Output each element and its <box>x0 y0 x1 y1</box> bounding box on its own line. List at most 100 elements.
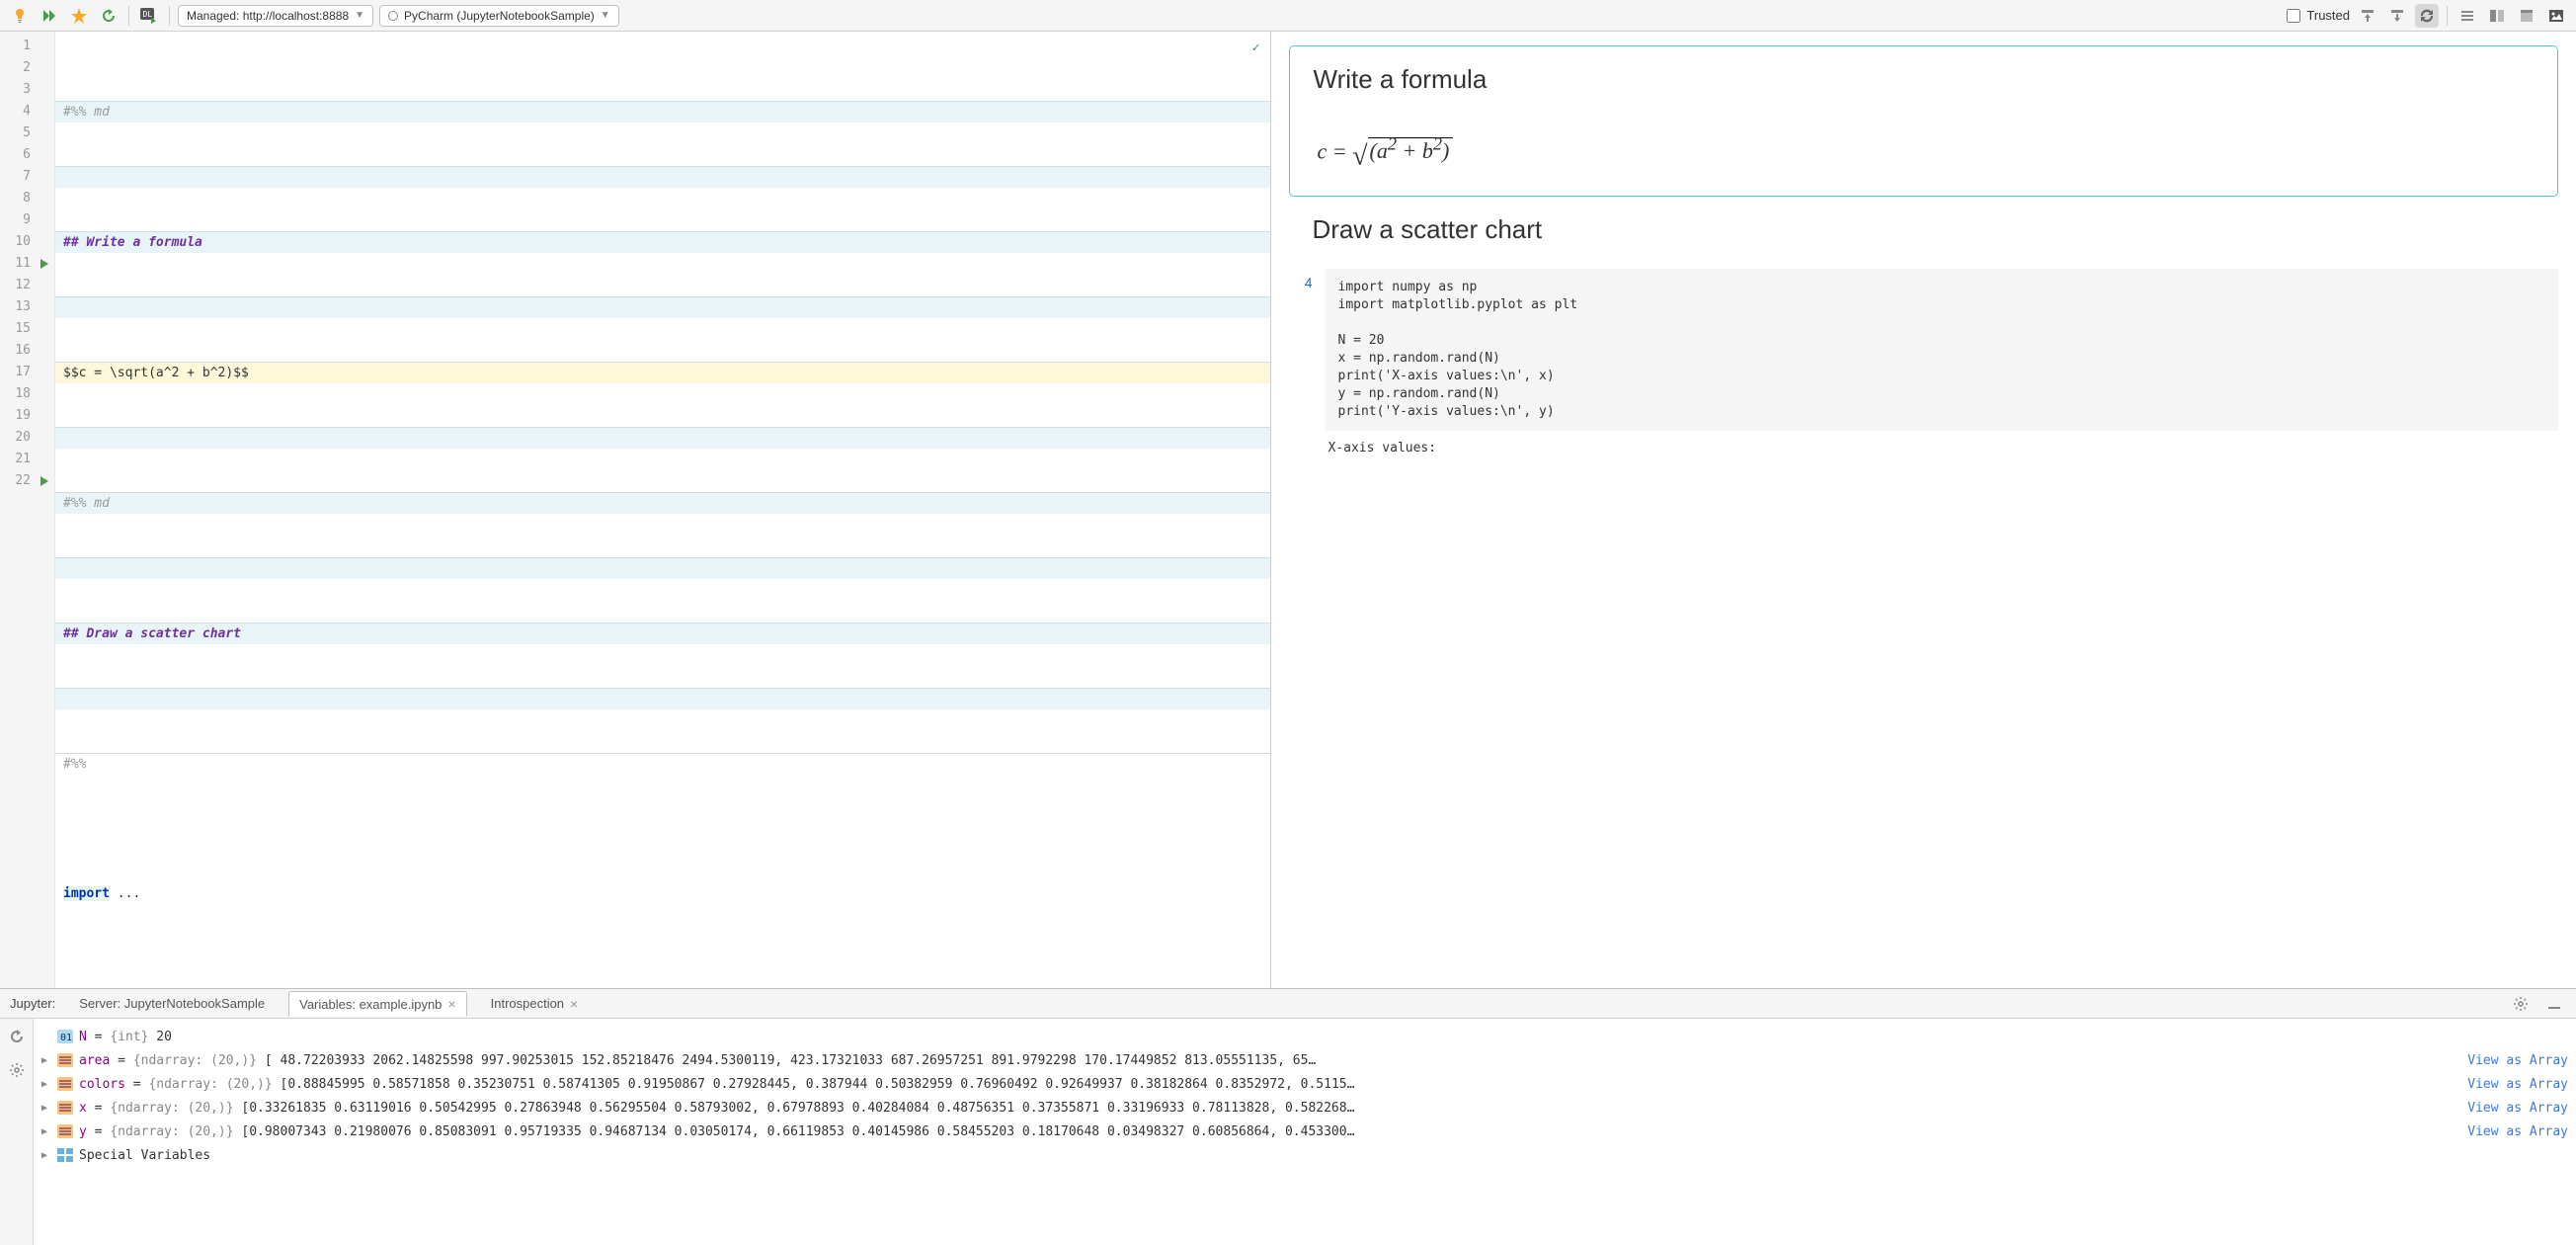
rendered-formula: c = √(a2 + b2) <box>1314 134 2535 172</box>
code-text: ... <box>110 886 140 901</box>
variable-row[interactable]: ▶ area = {ndarray: (20,)} [ 48.72203933 … <box>41 1048 2568 1072</box>
tab-introspection[interactable]: Introspection × <box>491 996 579 1012</box>
run-all-icon[interactable] <box>38 4 61 28</box>
expand-icon[interactable]: ▶ <box>41 1103 51 1114</box>
sync-icon[interactable] <box>2415 4 2439 28</box>
refresh-icon[interactable] <box>5 1025 29 1048</box>
kernel-dropdown-label: PyCharm (JupyterNotebookSample) <box>404 9 595 23</box>
var-value: [0.33261835 0.63119016 0.50542995 0.2786… <box>241 1101 1354 1116</box>
close-icon[interactable]: × <box>570 996 578 1012</box>
var-type: {ndarray: (20,)} <box>148 1077 272 1092</box>
preview-icon[interactable] <box>2515 4 2538 28</box>
minimize-icon[interactable] <box>2542 992 2566 1016</box>
line-number: 3 <box>0 79 54 101</box>
trusted-checkbox[interactable]: Trusted <box>2287 8 2350 23</box>
server-dropdown[interactable]: Managed: http://localhost:8888 ▼ <box>178 5 373 27</box>
tab-server[interactable]: Server: JupyterNotebookSample <box>79 996 265 1011</box>
line-number: 10 <box>0 231 54 253</box>
expand-icon[interactable]: ▶ <box>41 1079 51 1090</box>
debug-cell-icon[interactable]: DL <box>137 4 161 28</box>
var-value: [ 48.72203933 2062.14825598 997.90253015… <box>265 1053 1316 1068</box>
expand-icon[interactable]: ▶ <box>41 1126 51 1137</box>
svg-text:01: 01 <box>60 1033 72 1043</box>
gear-icon[interactable] <box>2509 992 2533 1016</box>
variables-sidebar <box>0 1019 34 1245</box>
line-number: 18 <box>0 383 54 405</box>
jupyter-tool-window: Jupyter: Server: JupyterNotebookSample V… <box>0 988 2576 1245</box>
line-number: 5 <box>0 123 54 144</box>
close-icon[interactable]: × <box>447 996 455 1012</box>
line-number: 1 <box>0 36 54 57</box>
array-icon <box>57 1077 73 1091</box>
int-icon: 01 <box>57 1030 73 1043</box>
line-number: 4 <box>0 101 54 123</box>
var-value: 20 <box>156 1030 172 1044</box>
cell-source: import numpy as np import matplotlib.pyp… <box>1325 269 2559 431</box>
server-dropdown-label: Managed: http://localhost:8888 <box>187 9 349 23</box>
line-number: 13 <box>0 296 54 318</box>
chevron-down-icon: ▼ <box>355 10 364 21</box>
separator <box>2447 6 2448 26</box>
tab-variables[interactable]: Variables: example.ipynb × <box>288 991 466 1017</box>
interrupt-icon[interactable] <box>67 4 91 28</box>
cell-marker: #%% md <box>63 496 110 511</box>
separator <box>169 6 170 26</box>
upload-icon[interactable] <box>2356 4 2379 28</box>
line-number[interactable]: 11 <box>0 253 54 275</box>
line-number: 17 <box>0 362 54 383</box>
line-number: 21 <box>0 449 54 470</box>
settings-icon[interactable] <box>5 1058 29 1082</box>
split-view-icon[interactable] <box>2485 4 2509 28</box>
variable-row[interactable]: ▶ colors = {ndarray: (20,)} [0.88845995 … <box>41 1072 2568 1096</box>
expand-icon[interactable]: ▶ <box>41 1055 51 1066</box>
expand-icon[interactable]: ▶ <box>41 1150 51 1161</box>
var-type: {ndarray: (20,)} <box>110 1101 233 1116</box>
trusted-label: Trusted <box>2306 8 2350 23</box>
var-name: area <box>79 1053 110 1068</box>
variable-row[interactable]: ▶ Special Variables <box>41 1143 2568 1167</box>
line-number: 20 <box>0 427 54 449</box>
view-as-array-link[interactable]: View as Array <box>2459 1077 2568 1092</box>
variable-row[interactable]: ▶ y = {ndarray: (20,)} [0.98007343 0.219… <box>41 1120 2568 1143</box>
var-type: {int} <box>110 1030 148 1044</box>
variables-list[interactable]: 01 N = {int} 20 ▶ area = {ndarray: (20,)… <box>34 1019 2576 1245</box>
view-as-array-link[interactable]: View as Array <box>2459 1053 2568 1068</box>
check-icon: ✓ <box>1252 38 1260 59</box>
main-split: 1 2 3 4 5 6 7 8 9 10 11 12 13 15 16 17 1… <box>0 32 2576 988</box>
view-as-array-link[interactable]: View as Array <box>2459 1124 2568 1139</box>
list-view-icon[interactable] <box>2455 4 2479 28</box>
chevron-down-icon: ▼ <box>601 10 610 21</box>
keyword: import <box>63 886 110 901</box>
array-icon <box>57 1101 73 1115</box>
special-variables-label: Special Variables <box>79 1148 210 1163</box>
image-icon[interactable] <box>2544 4 2568 28</box>
md-heading: ## Write a formula <box>63 235 202 250</box>
code-editor[interactable]: ✓ #%% md ## Write a formula $$c = \sqrt(… <box>55 32 1270 988</box>
var-type: {ndarray: (20,)} <box>133 1053 257 1068</box>
editor-pane: 1 2 3 4 5 6 7 8 9 10 11 12 13 15 16 17 1… <box>0 32 1271 988</box>
variable-row[interactable]: ▶ x = {ndarray: (20,)} [0.33261835 0.631… <box>41 1096 2568 1120</box>
view-as-array-link[interactable]: View as Array <box>2459 1101 2568 1116</box>
toolbar: DL Managed: http://localhost:8888 ▼ PyCh… <box>0 0 2576 32</box>
preview-active-cell[interactable]: Write a formula c = √(a2 + b2) <box>1289 45 2559 197</box>
rendered-heading: Write a formula <box>1314 64 2535 95</box>
variables-body: 01 N = {int} 20 ▶ area = {ndarray: (20,)… <box>0 1019 2576 1245</box>
special-icon <box>57 1148 73 1162</box>
variable-row[interactable]: 01 N = {int} 20 <box>41 1025 2568 1048</box>
md-heading: ## Draw a scatter chart <box>63 626 241 641</box>
line-number: 19 <box>0 405 54 427</box>
trusted-checkbox-input[interactable] <box>2287 9 2300 23</box>
download-icon[interactable] <box>2385 4 2409 28</box>
kernel-dropdown[interactable]: PyCharm (JupyterNotebookSample) ▼ <box>379 5 619 27</box>
rendered-code-cell[interactable]: 4 import numpy as np import matplotlib.p… <box>1289 269 2559 431</box>
var-name: x <box>79 1101 87 1116</box>
array-icon <box>57 1124 73 1138</box>
preview-pane[interactable]: Write a formula c = √(a2 + b2) Draw a sc… <box>1271 32 2576 988</box>
cell-marker: #%% <box>63 757 86 772</box>
kernel-status-icon <box>388 11 398 21</box>
line-number: 2 <box>0 57 54 79</box>
restart-icon[interactable] <box>97 4 121 28</box>
line-number[interactable]: 22 <box>0 470 54 492</box>
hint-icon[interactable] <box>8 4 32 28</box>
svg-text:DL: DL <box>143 10 153 19</box>
